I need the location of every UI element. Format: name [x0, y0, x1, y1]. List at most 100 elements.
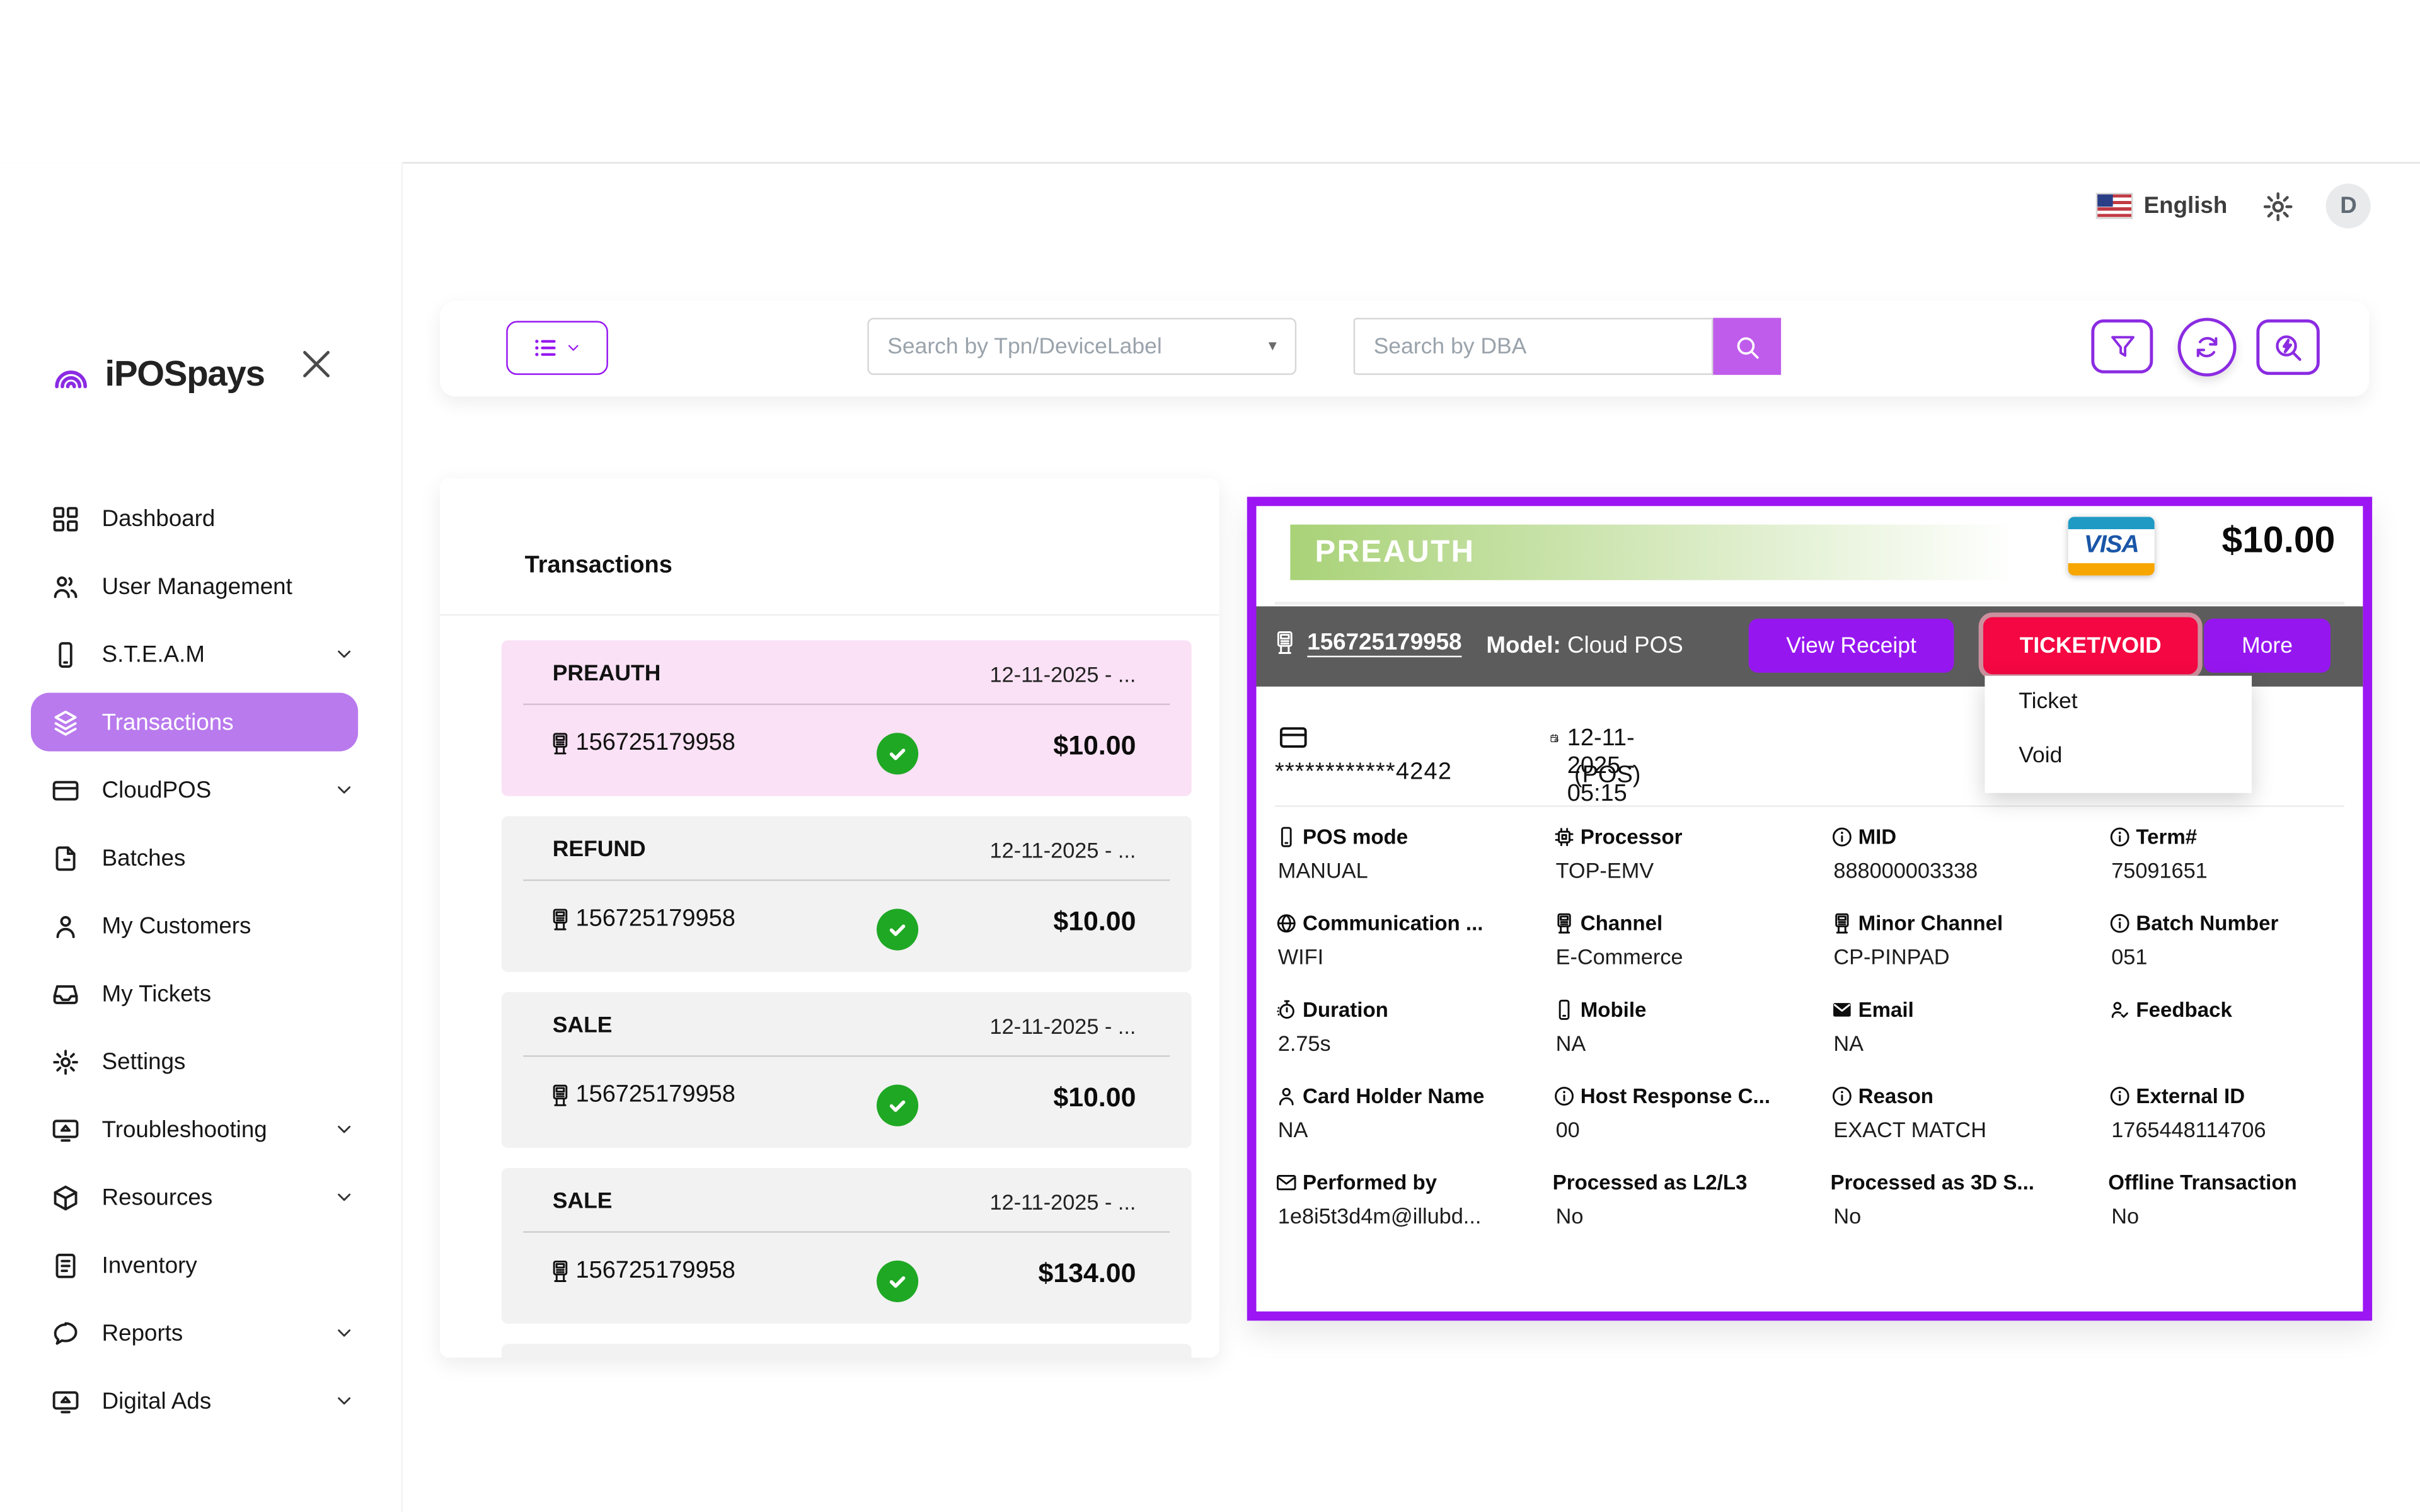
transactions-card: Transactions PREAUTH 12-11-2025 - ... 15…: [440, 478, 1219, 1358]
field-value: 75091651: [2111, 858, 2373, 883]
detail-field: Duration 2.75s: [1275, 998, 1553, 1066]
bolt-search-icon: [2272, 331, 2304, 363]
sidebar-item-label: S.T.E.A.M: [102, 641, 205, 668]
field-value: 051: [2111, 944, 2373, 969]
transaction-amount: $10.00: [2222, 520, 2336, 563]
field-label: POS mode: [1303, 825, 1408, 849]
funnel-icon: [2107, 332, 2137, 362]
field-label: Processed as 3D S...: [1830, 1171, 2034, 1194]
sidebar-item-cloudpos[interactable]: CloudPOS: [31, 760, 358, 819]
field-value: 1765448114706: [2111, 1117, 2373, 1142]
field-label: Batch Number: [2136, 912, 2278, 935]
field-value: EXACT MATCH: [1833, 1117, 2095, 1142]
filter-button[interactable]: [2091, 319, 2153, 374]
info-icon: [2108, 1085, 2131, 1108]
success-check-icon: [877, 908, 918, 950]
detail-field: Term# 75091651: [2108, 825, 2386, 893]
field-value: CP-PINPAD: [1833, 944, 2095, 969]
model-info: Model: Cloud POS: [1486, 633, 1683, 659]
terminal-icon: [1830, 912, 1853, 935]
sidebar-nav: Dashboard User Management S.T.E.A.M Tran…: [0, 489, 401, 1440]
sidebar-item-resources[interactable]: Resources: [31, 1168, 358, 1227]
gear-icon[interactable]: [2261, 189, 2295, 223]
chevron-down-icon: [333, 1186, 355, 1208]
view-receipt-button[interactable]: View Receipt: [1749, 619, 1954, 673]
detail-tpn-link[interactable]: 156725179958: [1307, 629, 1461, 656]
chevron-down-icon: [333, 1322, 355, 1344]
transaction-list-item[interactable]: SALE 12-11-2025 - ... 156725179958 $10.0…: [502, 992, 1192, 1148]
detail-field: Minor Channel CP-PINPAD: [1830, 912, 2108, 980]
transactions-title: Transactions: [525, 553, 672, 580]
pos-terminal-icon: [548, 1083, 572, 1108]
tpn-search-input[interactable]: [867, 318, 1296, 375]
sidebar-item-reports[interactable]: Reports: [31, 1303, 358, 1362]
transaction-list-item[interactable]: REFUND 12-11-2025 - ... 156725179958 $10…: [502, 816, 1192, 972]
tpn-row: 156725179958: [548, 1257, 735, 1285]
field-label: Email: [1858, 998, 1914, 1021]
transaction-amount: $10.00: [1053, 906, 1136, 938]
smartphone-icon: [51, 639, 81, 669]
detail-field: Processor TOP-EMV: [1553, 825, 1831, 893]
package-icon: [51, 1183, 81, 1212]
detail-field: Communication ... WIFI: [1275, 912, 1553, 980]
detail-field: Card Holder Name NA: [1275, 1085, 1553, 1153]
quick-search-button[interactable]: [2256, 319, 2319, 375]
sidebar-item-batches[interactable]: Batches: [31, 828, 358, 887]
dba-search-button[interactable]: [1713, 318, 1781, 375]
menu-item-void[interactable]: Void: [1985, 730, 2252, 784]
sidebar-close-icon[interactable]: [296, 344, 337, 384]
sidebar-item-troubleshooting[interactable]: Troubleshooting: [31, 1100, 358, 1159]
sidebar-item-dashboard[interactable]: Dashboard: [31, 489, 358, 547]
sidebar-item-inventory[interactable]: Inventory: [31, 1236, 358, 1295]
sidebar-item-my-customers[interactable]: My Customers: [31, 896, 358, 955]
sidebar-item-label: Batches: [102, 845, 186, 871]
field-label: External ID: [2136, 1085, 2245, 1108]
field-value: No: [1556, 1203, 1818, 1228]
user-check-icon: [2108, 998, 2131, 1021]
divider: [1275, 805, 2344, 806]
sidebar-item-transactions[interactable]: Transactions: [31, 693, 358, 752]
field-value: NA: [1278, 1117, 1540, 1142]
sidebar-item-my-tickets[interactable]: My Tickets: [31, 965, 358, 1023]
card-brand: VISA: [2068, 529, 2155, 563]
sidebar-item-settings[interactable]: Settings: [31, 1032, 358, 1091]
sidebar-item-user-management[interactable]: User Management: [31, 557, 358, 616]
pos-terminal-icon: [548, 1259, 572, 1283]
detail-field: Offline Transaction No: [2108, 1171, 2386, 1239]
sidebar-item-s-t-e-a-m[interactable]: S.T.E.A.M: [31, 625, 358, 684]
ticket-void-button[interactable]: TICKET/VOID: [1983, 617, 2198, 675]
sidebar-item-digital-ads[interactable]: Digital Ads: [31, 1372, 358, 1430]
file-icon: [51, 843, 81, 873]
divider: [1275, 602, 2344, 605]
divider: [523, 879, 1170, 881]
field-label: Reason: [1858, 1085, 1933, 1108]
menu-item-ticket[interactable]: Ticket: [1985, 676, 2252, 730]
detail-field: POS mode MANUAL: [1275, 825, 1553, 893]
field-value: No: [2111, 1203, 2373, 1228]
sidebar-item-label: Resources: [102, 1184, 213, 1211]
users-icon: [51, 571, 81, 601]
field-label: Processed as L2/L3: [1553, 1171, 1748, 1194]
page: iPOSpays Dashboard User Management S.T.E…: [0, 0, 2420, 1512]
cast-icon: [51, 1114, 81, 1144]
pos-terminal-icon: [1272, 629, 1298, 656]
field-value: TOP-EMV: [1556, 858, 1818, 883]
refresh-button[interactable]: [2178, 318, 2237, 376]
sidebar-item-label: Reports: [102, 1320, 183, 1346]
brand-name: iPOSpays: [105, 353, 265, 395]
detail-field: Processed as 3D S... No: [1830, 1171, 2108, 1239]
more-button[interactable]: More: [2204, 619, 2331, 673]
calendar-clock-icon: [1550, 725, 1560, 752]
credit-card-icon: [1275, 722, 1312, 753]
transaction-list-item[interactable]: PREAUTH 12-11-2025 - ... 156725179958 $1…: [502, 640, 1192, 796]
avatar[interactable]: D: [2326, 183, 2371, 228]
language-selector[interactable]: English: [2144, 193, 2228, 219]
dba-search-input[interactable]: [1354, 318, 1714, 375]
transaction-list-item[interactable]: SALE 12-11-2025 - ... 156725179958 $134.…: [502, 1168, 1192, 1324]
cpu-icon: [1553, 825, 1576, 849]
view-mode-button[interactable]: [506, 321, 608, 375]
dropdown-caret-icon[interactable]: ▼: [1265, 338, 1279, 353]
partial-transaction-item[interactable]: [502, 1344, 1192, 1358]
field-value: MANUAL: [1278, 858, 1540, 883]
field-label: Duration: [1303, 998, 1388, 1021]
